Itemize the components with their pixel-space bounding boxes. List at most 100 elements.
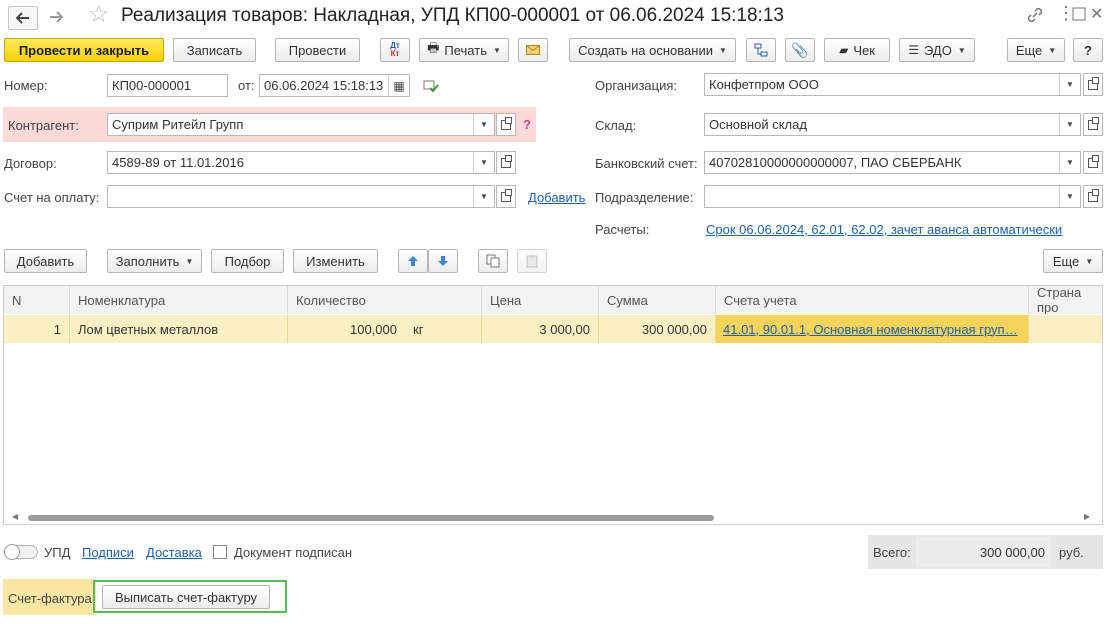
table-selection-button[interactable]: Подбор	[211, 249, 284, 273]
table-more-button[interactable]: Еще ▼	[1043, 249, 1103, 273]
edo-icon: ☰	[908, 43, 919, 57]
table-change-button[interactable]: Изменить	[293, 249, 378, 273]
issue-invoice-button[interactable]: Выписать счет-фактуру	[102, 585, 270, 609]
paperclip-icon: 📎	[791, 41, 809, 58]
email-button[interactable]	[518, 38, 548, 62]
post-close-button[interactable]: Провести и закрыть	[4, 38, 164, 62]
warehouse-open-button[interactable]	[1083, 113, 1103, 136]
invoice-add-link[interactable]: Добавить	[528, 190, 585, 205]
calendar-icon[interactable]: ▦	[388, 75, 409, 96]
invoice-field[interactable]: ▼	[107, 185, 495, 208]
delivery-link[interactable]: Доставка	[146, 545, 202, 560]
create-based-button[interactable]: Создать на основании ▼	[569, 38, 736, 62]
open-icon	[501, 154, 512, 168]
cell-accounts-link[interactable]: 41.01, 90.01.1, Основная номенклатурная …	[716, 315, 1029, 343]
cell-sum: 300 000,00	[599, 315, 716, 343]
move-down-button[interactable]	[428, 249, 458, 273]
cell-unit: кг	[405, 315, 482, 343]
dt-kt-button[interactable]: Дт Кт	[380, 38, 410, 62]
division-open-button[interactable]	[1083, 185, 1103, 208]
cell-price: 3 000,00	[482, 315, 599, 343]
org-label: Организация:	[595, 78, 678, 93]
col-header-qty[interactable]: Количество	[288, 286, 482, 314]
link-icon[interactable]	[1026, 6, 1046, 26]
bank-label: Банковский счет:	[595, 156, 698, 171]
cell-qty: 100,000	[350, 321, 397, 337]
col-header-price[interactable]: Цена	[482, 286, 599, 314]
chevron-down-icon[interactable]: ▼	[1059, 74, 1080, 95]
back-button[interactable]	[8, 6, 38, 30]
forward-button[interactable]	[42, 6, 70, 28]
table-fill-button[interactable]: Заполнить ▼	[107, 249, 202, 273]
contract-open-button[interactable]	[496, 151, 516, 174]
dt-kt-icon: Дт Кт	[390, 41, 400, 58]
total-value: 300 000,00	[979, 544, 1045, 560]
status-posted-icon	[423, 79, 439, 96]
structure-icon	[754, 43, 768, 57]
copy-row-button[interactable]	[478, 249, 508, 273]
open-icon	[1088, 76, 1099, 90]
arrow-up-icon	[408, 256, 418, 266]
signed-checkbox[interactable]	[213, 545, 227, 559]
table-add-button[interactable]: Добавить	[4, 249, 87, 273]
cash-register-icon: ▰	[839, 43, 849, 57]
contractor-hint-icon[interactable]: ?	[523, 117, 531, 132]
favorite-star-icon[interactable]: ☆	[88, 3, 110, 27]
arrow-down-icon	[438, 256, 448, 266]
paste-row-button[interactable]	[517, 249, 547, 273]
bank-field[interactable]: 40702810000000000007, ПАО СБЕРБАНК ▼	[704, 151, 1081, 174]
structure-button[interactable]	[746, 38, 776, 62]
chevron-down-icon[interactable]: ▼	[1059, 114, 1080, 135]
maximize-icon[interactable]	[1069, 2, 1089, 26]
date-label: от:	[238, 78, 255, 93]
contract-field[interactable]: 4589-89 от 11.01.2016 ▼	[107, 151, 495, 174]
chevron-down-icon[interactable]: ▼	[1059, 152, 1080, 173]
upd-toggle[interactable]	[4, 544, 38, 560]
org-field[interactable]: Конфетпром ООО ▼	[704, 73, 1081, 96]
scroll-right-arrow[interactable]: ▶	[1084, 512, 1090, 521]
close-icon[interactable]: ✕	[1090, 4, 1103, 24]
warehouse-field[interactable]: Основной склад ▼	[704, 113, 1081, 136]
contractor-field[interactable]: Суприм Ритейл Групп ▼	[107, 113, 495, 136]
col-header-accounts[interactable]: Счета учета	[716, 286, 1029, 314]
contractor-label: Контрагент:	[8, 118, 79, 133]
horizontal-scrollbar[interactable]	[28, 515, 714, 521]
move-up-button[interactable]	[398, 249, 428, 273]
bank-open-button[interactable]	[1083, 151, 1103, 174]
scroll-left-arrow[interactable]: ◀	[12, 512, 18, 521]
division-label: Подразделение:	[595, 190, 694, 205]
check-button[interactable]: ▰ Чек	[824, 38, 890, 62]
division-field[interactable]: ▼	[704, 185, 1081, 208]
warehouse-label: Склад:	[595, 118, 637, 133]
chevron-down-icon[interactable]: ▼	[473, 152, 494, 173]
cell-country	[1029, 315, 1102, 343]
number-field[interactable]: КП00-000001	[107, 74, 228, 97]
chevron-down-icon[interactable]: ▼	[473, 186, 494, 207]
signatures-link[interactable]: Подписи	[82, 545, 134, 560]
col-header-sum[interactable]: Сумма	[599, 286, 716, 314]
envelope-icon	[526, 45, 540, 55]
printer-icon: 🖶	[427, 40, 440, 55]
more-button[interactable]: Еще ▼	[1007, 38, 1065, 62]
date-field[interactable]: 06.06.2024 15:18:13 ▦	[259, 74, 410, 97]
post-button[interactable]: Провести	[275, 38, 360, 62]
col-header-country[interactable]: Страна про	[1029, 286, 1102, 314]
attach-button[interactable]: 📎	[785, 38, 815, 62]
col-header-n[interactable]: N	[4, 286, 70, 314]
open-icon	[501, 188, 512, 202]
col-header-item[interactable]: Номенклатура	[70, 286, 288, 314]
org-open-button[interactable]	[1083, 73, 1103, 96]
cell-item: Лом цветных металлов	[70, 315, 288, 343]
settlements-link[interactable]: Срок 06.06.2024, 62.01, 62.02, зачет ава…	[706, 222, 1062, 237]
invoice-open-button[interactable]	[496, 185, 516, 208]
settlements-label: Расчеты:	[595, 222, 650, 237]
print-button[interactable]: 🖶 Печать ▼	[419, 38, 509, 62]
chevron-down-icon[interactable]: ▼	[1059, 186, 1080, 207]
total-label: Всего:	[873, 545, 911, 560]
save-button[interactable]: Записать	[173, 38, 256, 62]
edo-button[interactable]: ☰ ЭДО ▼	[899, 38, 975, 62]
arrow-right-icon	[50, 11, 63, 23]
chevron-down-icon[interactable]: ▼	[473, 114, 494, 135]
help-button[interactable]: ?	[1073, 38, 1103, 62]
contractor-open-button[interactable]	[496, 113, 516, 136]
